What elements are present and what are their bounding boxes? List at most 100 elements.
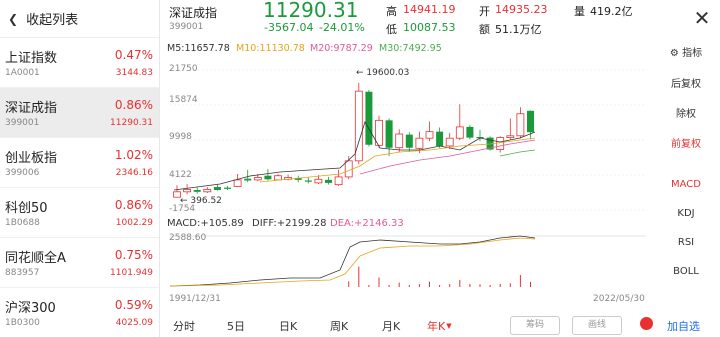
watchlist-item[interactable]: 沪深300 0.59% 1B0300 4025.09 — [0, 288, 159, 337]
diff-legend: DIFF:+2199.28 — [252, 218, 327, 229]
tab-5day[interactable]: 5日 — [227, 318, 245, 334]
ex-rights-button[interactable]: 除权 — [658, 105, 714, 120]
candle — [445, 132, 454, 149]
watchlist-item[interactable]: 科创50 0.86% 1B0688 1002.29 — [0, 188, 159, 238]
tab-yearly-k[interactable]: 年K▼ — [427, 318, 452, 334]
rsi-button[interactable]: RSI — [658, 237, 714, 248]
chevron-left-icon: ❮ — [8, 11, 19, 26]
item-change-pct: 1.02% — [114, 148, 153, 162]
close-icon[interactable]: ✕ — [690, 7, 714, 31]
index-name: 深证成指 — [169, 6, 218, 20]
macd-histogram — [348, 266, 531, 287]
kline-chart[interactable]: M5:11657.78 M10:11130.78 M20:9787.29 M30… — [160, 42, 656, 312]
candle — [385, 118, 393, 157]
watchlist-item-selected[interactable]: 深证成指 0.86% 399001 11290.31 — [0, 88, 159, 138]
price-axis-label: 4122 — [169, 170, 192, 180]
candle-body — [314, 178, 323, 184]
boll-button[interactable]: BOLL — [658, 266, 714, 277]
candle — [213, 184, 221, 191]
item-change-pct: 0.59% — [114, 298, 153, 312]
open-value: 14935.23 — [495, 3, 548, 16]
item-price: 2346.16 — [115, 168, 153, 178]
collapse-list-label: 收起列表 — [26, 13, 79, 28]
current-price: 11290.31 — [263, 0, 359, 22]
ma30-legend: M30:7492.95 — [379, 43, 442, 54]
watchlist-sidebar: ❮ 收起列表 上证指数 0.47% 1A0001 3144.83 深证成指 0.… — [0, 0, 160, 337]
indicator-settings-button[interactable]: ⚙ 指标 — [658, 44, 714, 59]
item-name: 创业板指 — [5, 151, 58, 166]
high-label: 高 — [386, 5, 397, 18]
candle-body — [253, 177, 262, 181]
right-panel: ⚙ 指标 后复权 除权 前复权 MACD KDJ RSI BOLL — [658, 42, 720, 312]
dea-line — [169, 237, 536, 287]
add-to-watchlist-button[interactable]: 加自选 — [667, 318, 700, 334]
open-label: 开 — [479, 5, 490, 18]
candle-body — [183, 189, 192, 193]
candle-body — [274, 175, 282, 181]
item-change-pct: 0.86% — [114, 198, 153, 212]
m30-line — [499, 149, 536, 157]
macd-button[interactable]: MACD — [658, 179, 714, 190]
collapse-list-button[interactable]: ❮ 收起列表 — [0, 0, 159, 38]
high-annotation-value: 19600.03 — [366, 68, 410, 78]
candle-body — [527, 110, 534, 133]
tab-intraday[interactable]: 分时 — [173, 318, 195, 334]
candle — [506, 118, 515, 140]
low-annotation: ← 396.52 — [180, 196, 222, 206]
candle-body — [325, 179, 332, 183]
high-annotation: ← 19600.03 — [356, 68, 410, 78]
item-change-pct: 0.75% — [114, 248, 153, 262]
app-window: ❮ 收起列表 上证指数 0.47% 1A0001 3144.83 深证成指 0.… — [0, 0, 720, 337]
candle — [334, 169, 343, 186]
record-dot-icon[interactable] — [640, 317, 653, 330]
candle — [516, 107, 525, 139]
tab-yearly-k-label: 年K — [427, 320, 446, 333]
tab-daily-k[interactable]: 日K — [279, 318, 297, 334]
price-axis-label: 21750 — [169, 64, 198, 74]
candle-body — [445, 137, 454, 147]
item-code: 399001 — [5, 118, 40, 128]
candle-body — [425, 131, 434, 139]
chips-button[interactable]: 筹码 — [510, 316, 560, 335]
candle-body — [344, 160, 353, 178]
item-code: 399006 — [5, 168, 40, 178]
item-code: 1B0688 — [5, 218, 40, 228]
tab-monthly-k[interactable]: 月K — [382, 318, 400, 334]
kdj-button[interactable]: KDJ — [658, 208, 714, 219]
item-change-pct: 0.47% — [114, 48, 153, 62]
item-price: 4025.09 — [115, 318, 153, 328]
dropdown-icon: ▼ — [446, 322, 452, 330]
price-axis-label: 15874 — [169, 95, 198, 105]
watchlist-item[interactable]: 创业板指 1.02% 399006 2346.16 — [0, 138, 159, 188]
watchlist-item[interactable]: 上证指数 0.47% 1A0001 3144.83 — [0, 38, 159, 88]
volume-label: 量 — [574, 5, 585, 18]
candle-body — [304, 180, 312, 182]
candle-body — [436, 131, 444, 146]
candle — [436, 127, 444, 148]
candle-body — [213, 187, 221, 191]
adjust-forward-button[interactable]: 前复权 — [658, 135, 714, 150]
quote-header: 深证成指 399001 11290.31 -3567.04 -24.01% 高 … — [160, 0, 680, 40]
candle — [354, 82, 363, 165]
candle — [183, 184, 192, 195]
adjust-back-button[interactable]: 后复权 — [658, 75, 714, 90]
macd-layer — [169, 235, 536, 287]
item-price: 11290.31 — [110, 118, 153, 128]
candle-body — [415, 137, 424, 149]
tab-weekly-k-label: 周K — [330, 320, 349, 333]
item-name: 沪深300 — [5, 301, 56, 316]
m5-line — [173, 121, 536, 191]
watchlist-item[interactable]: 同花顺全A 0.75% 883957 1101.949 — [0, 238, 159, 288]
item-name: 科创50 — [5, 201, 48, 216]
candle — [193, 187, 201, 194]
settings-icon: ⚙ — [669, 48, 679, 59]
low-annotation-value: 396.52 — [190, 196, 222, 206]
candle — [294, 175, 302, 183]
tab-weekly-k[interactable]: 周K — [330, 318, 348, 334]
draw-line-button[interactable]: 画线 — [572, 316, 622, 335]
candle-body — [395, 133, 404, 149]
candle-body — [496, 137, 505, 150]
low-label: 低 — [386, 23, 397, 36]
candle — [466, 125, 474, 140]
candle — [375, 115, 383, 148]
